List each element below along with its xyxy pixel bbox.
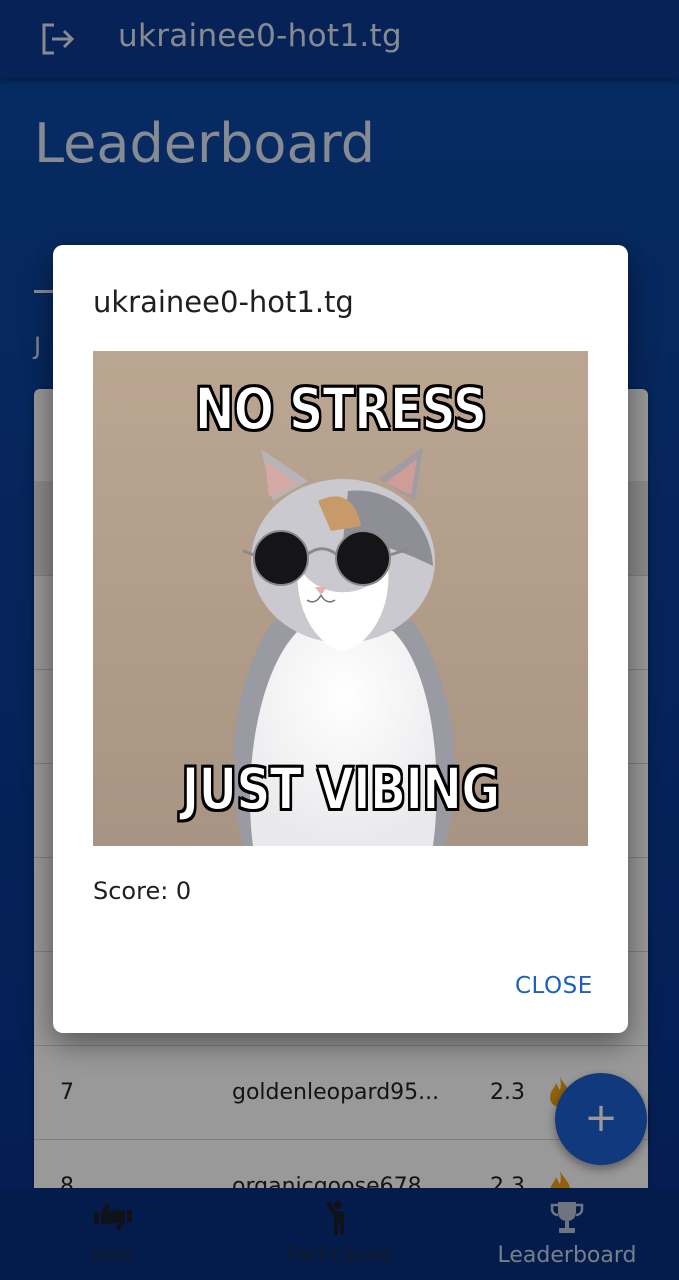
score-text: Score: 0	[93, 877, 192, 905]
meme-bottom-text: JUST VIBING	[181, 754, 501, 824]
close-button[interactable]: CLOSE	[515, 973, 593, 999]
dialog-title: ukrainee0-hot1.tg	[93, 285, 354, 319]
meme-image: NO STRESS JUST VIBING	[93, 351, 588, 846]
meme-dialog: ukrainee0-hot1.tg NO STRESS JUST VIBING …	[53, 245, 628, 1033]
meme-top-text: NO STRESS	[194, 374, 488, 444]
